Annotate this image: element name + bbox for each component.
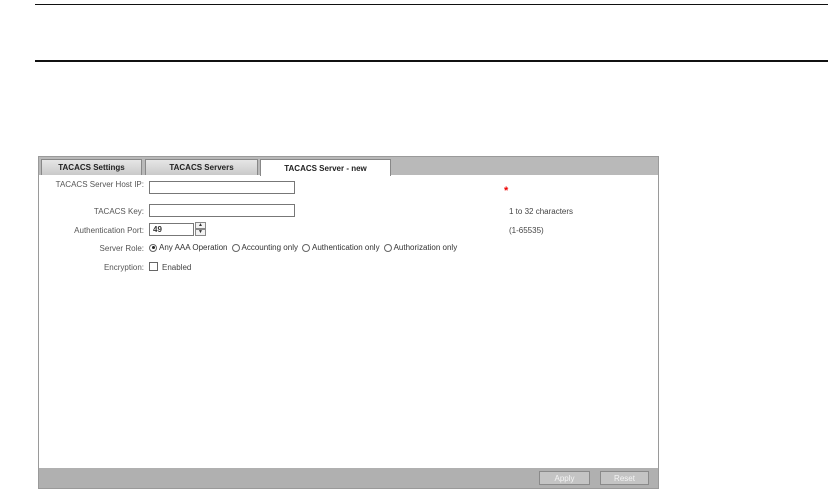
server-role-label: Server Role:	[99, 244, 144, 253]
role-authorization-label: Authorization only	[393, 243, 458, 252]
server-role-group: Any AAA Operation Accounting only Authen…	[149, 243, 461, 252]
tacacs-key-input[interactable]	[149, 204, 295, 217]
radio-accounting[interactable]	[231, 243, 240, 252]
tacacs-panel: TACACS Settings TACACS Servers TACACS Se…	[38, 156, 659, 489]
tacacs-key-label: TACACS Key:	[93, 207, 144, 216]
radio-authentication[interactable]	[301, 243, 310, 252]
tab-tacacs-servers[interactable]: TACACS Servers	[145, 159, 258, 175]
host-ip-label: TACACS Server Host IP:	[55, 180, 144, 189]
port-range-hint: (1-65535)	[509, 226, 544, 235]
spin-down-icon[interactable]: ▼	[195, 229, 206, 236]
auth-port-input[interactable]: 49	[149, 223, 194, 236]
role-authorization[interactable]: Authorization only	[383, 243, 458, 252]
auth-port-label: Authentication Port:	[74, 226, 144, 235]
radio-any-aaa[interactable]	[149, 243, 157, 252]
radio-authorization[interactable]	[383, 243, 392, 252]
encryption-checkbox[interactable]	[149, 262, 158, 271]
tab-tacacs-settings[interactable]: TACACS Settings	[41, 159, 142, 175]
top-divider	[35, 4, 828, 5]
encryption-enabled-label: Enabled	[162, 263, 192, 272]
tab-bar: TACACS Settings TACACS Servers TACACS Se…	[39, 157, 658, 176]
reset-button[interactable]: Reset	[600, 471, 649, 485]
form-content: TACACS Server Host IP: * TACACS Key: 1 t…	[39, 175, 658, 468]
role-accounting[interactable]: Accounting only	[231, 243, 298, 252]
role-authentication[interactable]: Authentication only	[301, 243, 380, 252]
role-any-aaa-label: Any AAA Operation	[159, 243, 228, 252]
role-any-aaa[interactable]: Any AAA Operation	[149, 243, 228, 252]
header-divider	[35, 60, 828, 62]
button-bar: Apply Reset	[39, 468, 658, 488]
host-ip-input[interactable]	[149, 181, 295, 194]
tab-tacacs-server-new[interactable]: TACACS Server - new	[260, 159, 391, 176]
encryption-label: Encryption:	[103, 263, 144, 272]
role-authentication-label: Authentication only	[311, 243, 380, 252]
role-accounting-label: Accounting only	[241, 243, 298, 252]
spin-up-icon[interactable]: ▲	[195, 222, 206, 229]
key-length-hint: 1 to 32 characters	[509, 207, 574, 216]
required-mark: *	[504, 185, 509, 197]
apply-button[interactable]: Apply	[539, 471, 590, 485]
